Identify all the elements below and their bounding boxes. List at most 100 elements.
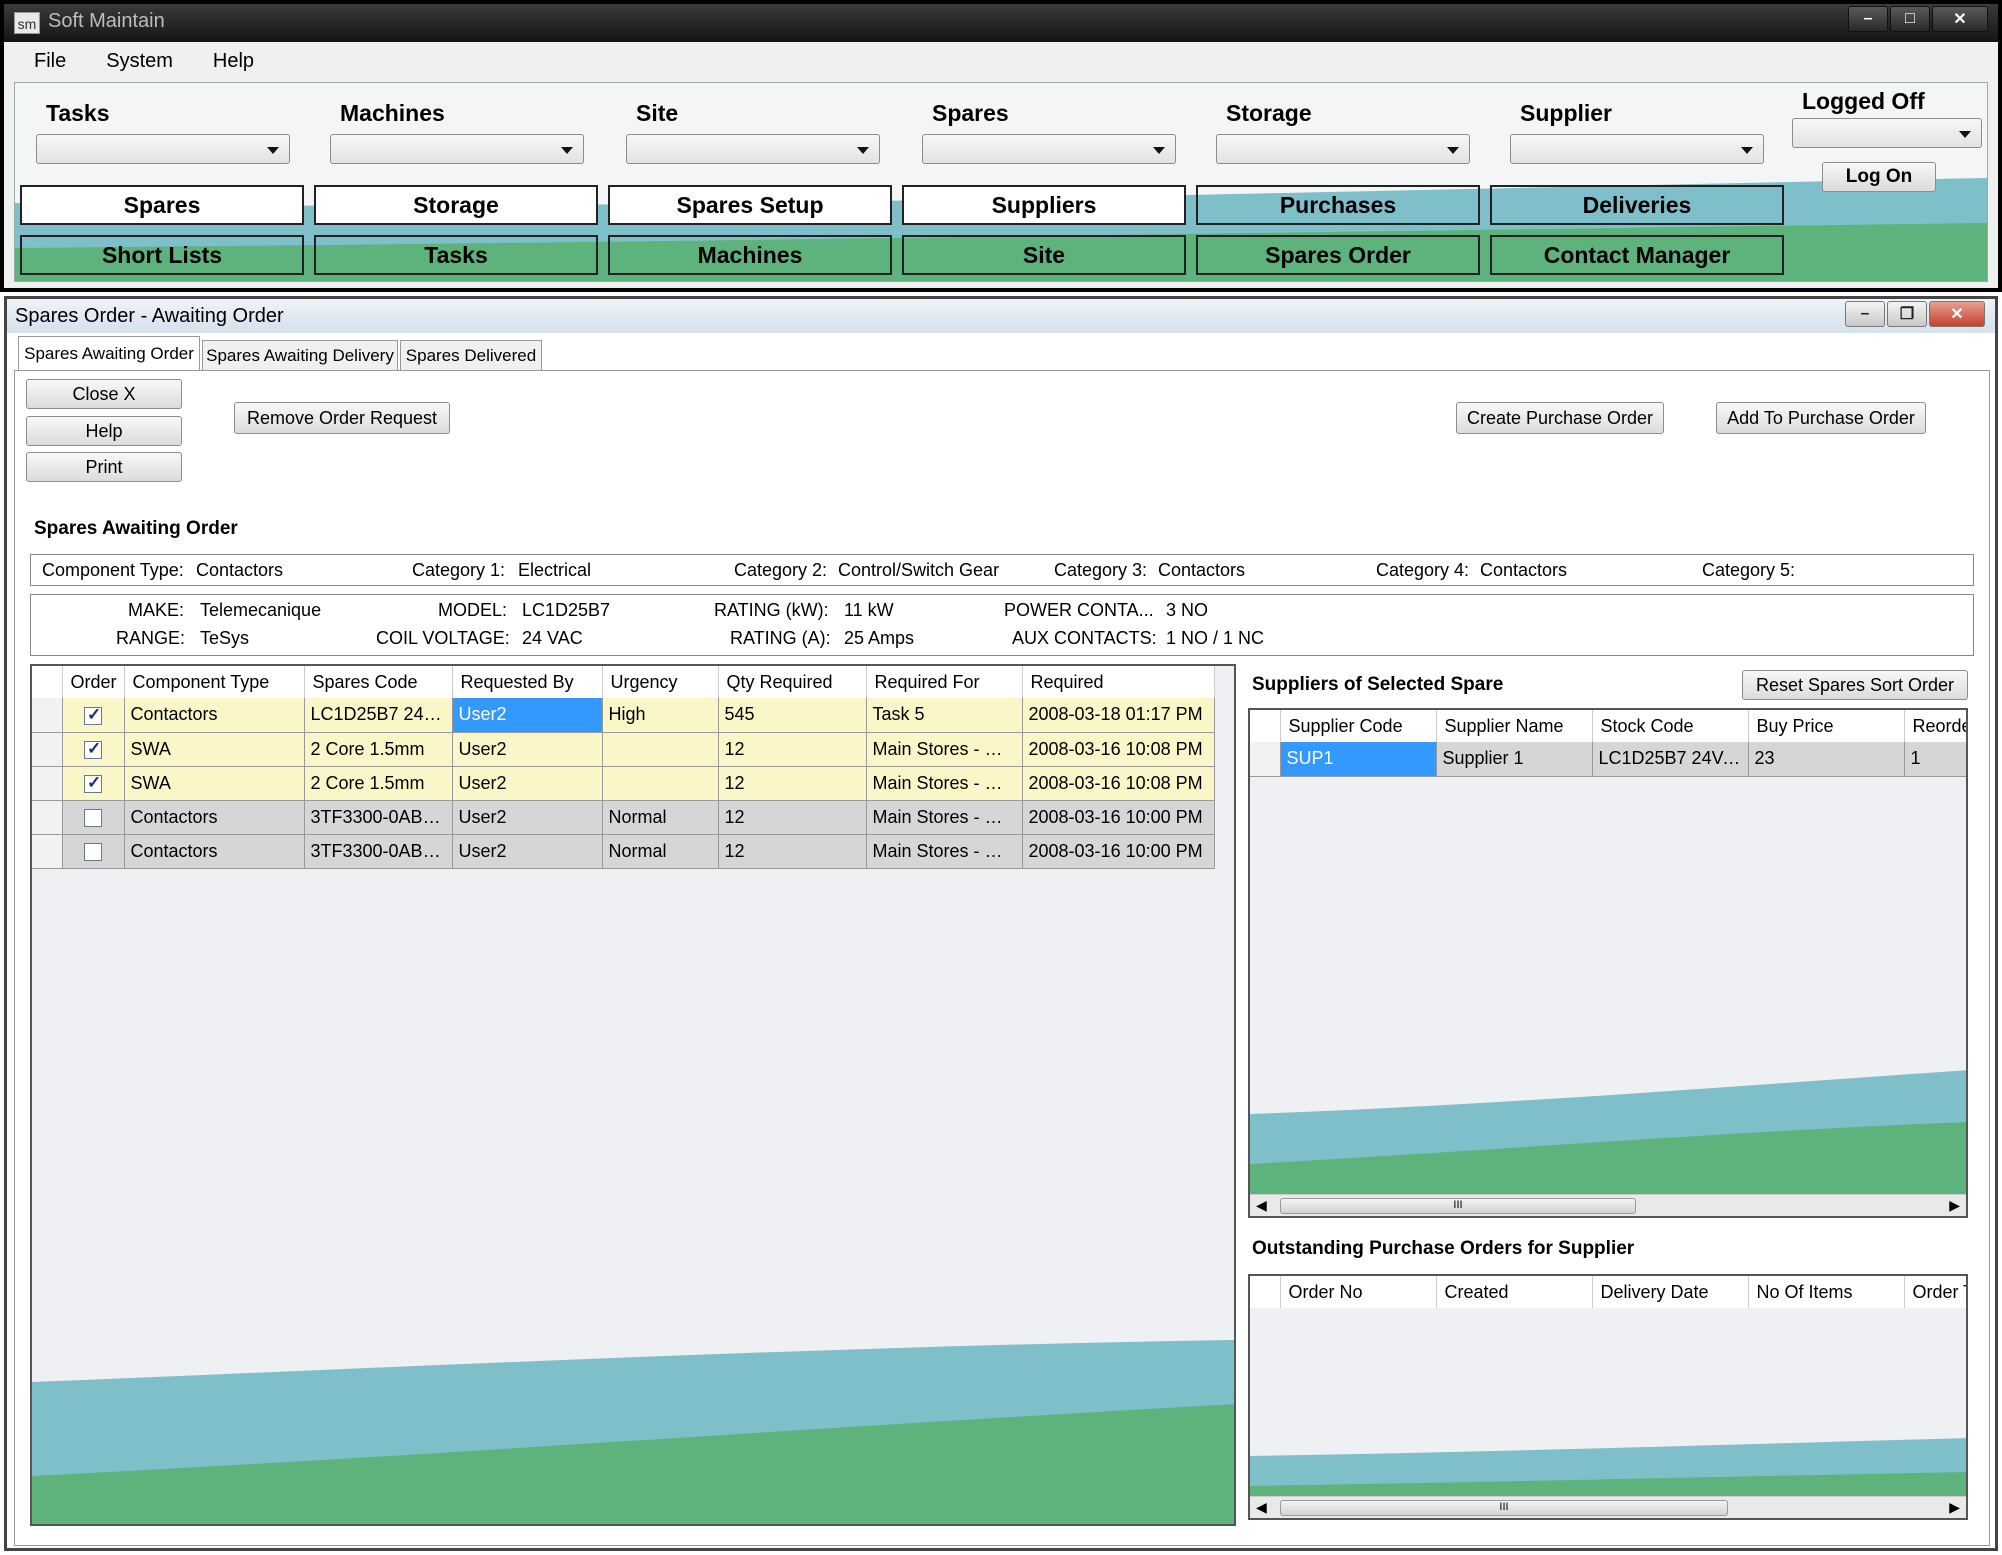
column-header-order[interactable]: Order (62, 666, 125, 698)
nav-purchases-button[interactable]: Purchases (1196, 185, 1480, 225)
cell-buy-price[interactable]: 23 (1748, 742, 1905, 777)
order-checkbox-cell[interactable] (62, 766, 125, 801)
add-to-purchase-order-button[interactable]: Add To Purchase Order (1716, 402, 1926, 434)
menu-file[interactable]: File (14, 46, 86, 80)
column-header-requested-by[interactable]: Requested By (452, 666, 603, 698)
cell-required[interactable]: 2008-03-18 01:17 PM (1022, 698, 1215, 733)
nav-storage-button[interactable]: Storage (314, 185, 598, 225)
scroll-left-arrow-icon[interactable]: ◀ (1256, 1499, 1267, 1516)
cell-component-type[interactable]: Contactors (124, 800, 305, 835)
order-checkbox[interactable] (84, 739, 102, 759)
table-row[interactable]: SWA 2 Core 1.5mm User2 12 Main Stores - … (32, 732, 1215, 767)
scrollbar-thumb[interactable]: III (1280, 1500, 1728, 1516)
column-header-supplier-code[interactable]: Supplier Code (1280, 710, 1437, 742)
nav-spares-button[interactable]: Spares (20, 185, 304, 225)
nav-site-button[interactable]: Site (902, 235, 1186, 275)
cell-required-for[interactable]: Main Stores - Ra... (866, 834, 1023, 869)
spares-dropdown[interactable] (922, 134, 1176, 164)
cell-spares-code[interactable]: LC1D25B7 24V... (304, 698, 453, 733)
row-header[interactable] (32, 834, 63, 869)
scroll-right-arrow-icon[interactable]: ▶ (1949, 1197, 1960, 1214)
cell-spares-code[interactable]: 2 Core 1.5mm (304, 766, 453, 801)
column-header-component-type[interactable]: Component Type (124, 666, 305, 698)
tab-spares-awaiting-delivery[interactable]: Spares Awaiting Delivery (202, 340, 398, 370)
nav-spares-order-button[interactable]: Spares Order (1196, 235, 1480, 275)
column-header-buy-price[interactable]: Buy Price (1748, 710, 1905, 742)
cell-spares-code[interactable]: 3TF3300-0AB0 ... (304, 800, 453, 835)
column-header-no-of-items[interactable]: No Of Items (1748, 1276, 1905, 1308)
order-checkbox-cell[interactable] (62, 800, 125, 835)
cell-spares-code[interactable]: 2 Core 1.5mm (304, 732, 453, 767)
supplier-dropdown[interactable] (1510, 134, 1764, 164)
reset-spares-sort-order-button[interactable]: Reset Spares Sort Order (1742, 670, 1968, 700)
minimize-icon[interactable]: – (1848, 6, 1888, 32)
cell-required-for[interactable]: Main Stores - Ra... (866, 732, 1023, 767)
orders-grid[interactable]: Order Component Type Spares Code Request… (30, 664, 1236, 1526)
print-button[interactable]: Print (26, 452, 182, 482)
cell-reorder[interactable]: 1 (1904, 742, 1966, 777)
child-close-icon[interactable]: ✕ (1929, 301, 1985, 327)
site-dropdown[interactable] (626, 134, 880, 164)
cell-required[interactable]: 2008-03-16 10:00 PM (1022, 800, 1215, 835)
order-checkbox[interactable] (84, 773, 102, 793)
cell-requested-by[interactable]: User2 (452, 800, 603, 835)
row-header[interactable] (32, 698, 63, 733)
order-checkbox[interactable] (84, 705, 102, 725)
column-header-required[interactable]: Required (1022, 666, 1215, 698)
cell-component-type[interactable]: SWA (124, 732, 305, 767)
cell-component-type[interactable]: SWA (124, 766, 305, 801)
menu-help[interactable]: Help (193, 46, 274, 80)
order-checkbox-cell[interactable] (62, 698, 125, 733)
log-on-button[interactable]: Log On (1822, 162, 1936, 192)
cell-required[interactable]: 2008-03-16 10:08 PM (1022, 732, 1215, 767)
cell-required-for[interactable]: Task 5 (866, 698, 1023, 733)
nav-short-lists-button[interactable]: Short Lists (20, 235, 304, 275)
cell-spares-code[interactable]: 3TF3300-0AB0 ... (304, 834, 453, 869)
cell-required-for[interactable]: Main Stores - Ra... (866, 766, 1023, 801)
nav-machines-button[interactable]: Machines (608, 235, 892, 275)
nav-deliveries-button[interactable]: Deliveries (1490, 185, 1784, 225)
tab-spares-delivered[interactable]: Spares Delivered (400, 340, 542, 370)
row-header[interactable] (32, 800, 63, 835)
cell-qty-required[interactable]: 12 (718, 834, 867, 869)
machines-dropdown[interactable] (330, 134, 584, 164)
column-header-order-total[interactable]: Order T (1904, 1276, 1966, 1308)
cell-qty-required[interactable]: 12 (718, 732, 867, 767)
cell-urgency[interactable]: Normal (602, 800, 719, 835)
cell-required[interactable]: 2008-03-16 10:00 PM (1022, 834, 1215, 869)
cell-requested-by[interactable]: User2 (452, 766, 603, 801)
purchase-orders-grid[interactable]: Order No Created Delivery Date No Of Ite… (1248, 1274, 1968, 1520)
column-header-required-for[interactable]: Required For (866, 666, 1023, 698)
column-header-spares-code[interactable]: Spares Code (304, 666, 453, 698)
column-header-urgency[interactable]: Urgency (602, 666, 719, 698)
cell-supplier-name[interactable]: Supplier 1 (1436, 742, 1593, 777)
column-header-reorder[interactable]: Reorde (1904, 710, 1966, 742)
cell-required-for[interactable]: Main Stores - Ra... (866, 800, 1023, 835)
child-restore-icon[interactable]: ❐ (1887, 301, 1927, 327)
nav-spares-setup-button[interactable]: Spares Setup (608, 185, 892, 225)
maximize-icon[interactable]: □ (1890, 6, 1930, 32)
table-row[interactable]: SWA 2 Core 1.5mm User2 12 Main Stores - … (32, 766, 1215, 801)
table-row[interactable]: SUP1 Supplier 1 LC1D25B7 24VA... 23 1 (1250, 742, 1966, 777)
cell-requested-by[interactable]: User2 (452, 698, 603, 733)
remove-order-request-button[interactable]: Remove Order Request (234, 402, 450, 434)
scroll-left-arrow-icon[interactable]: ◀ (1256, 1197, 1267, 1214)
cell-urgency[interactable]: Normal (602, 834, 719, 869)
table-row[interactable]: Contactors LC1D25B7 24V... User2 High 54… (32, 698, 1215, 733)
scrollbar-thumb[interactable]: III (1280, 1198, 1636, 1214)
cell-component-type[interactable]: Contactors (124, 698, 305, 733)
child-titlebar[interactable]: Spares Order - Awaiting Order – ❐ ✕ (7, 299, 1995, 333)
column-header-created[interactable]: Created (1436, 1276, 1593, 1308)
column-header-order-no[interactable]: Order No (1280, 1276, 1437, 1308)
suppliers-horizontal-scrollbar[interactable]: ◀ III ▶ (1250, 1194, 1966, 1216)
suppliers-grid[interactable]: Supplier Code Supplier Name Stock Code B… (1248, 708, 1968, 1218)
cell-urgency[interactable] (602, 732, 719, 767)
row-header[interactable] (32, 732, 63, 767)
column-header-stock-code[interactable]: Stock Code (1592, 710, 1749, 742)
create-purchase-order-button[interactable]: Create Purchase Order (1456, 402, 1664, 434)
column-header-delivery-date[interactable]: Delivery Date (1592, 1276, 1749, 1308)
tasks-dropdown[interactable] (36, 134, 290, 164)
scroll-right-arrow-icon[interactable]: ▶ (1949, 1499, 1960, 1516)
column-header-qty-required[interactable]: Qty Required (718, 666, 867, 698)
cell-requested-by[interactable]: User2 (452, 834, 603, 869)
